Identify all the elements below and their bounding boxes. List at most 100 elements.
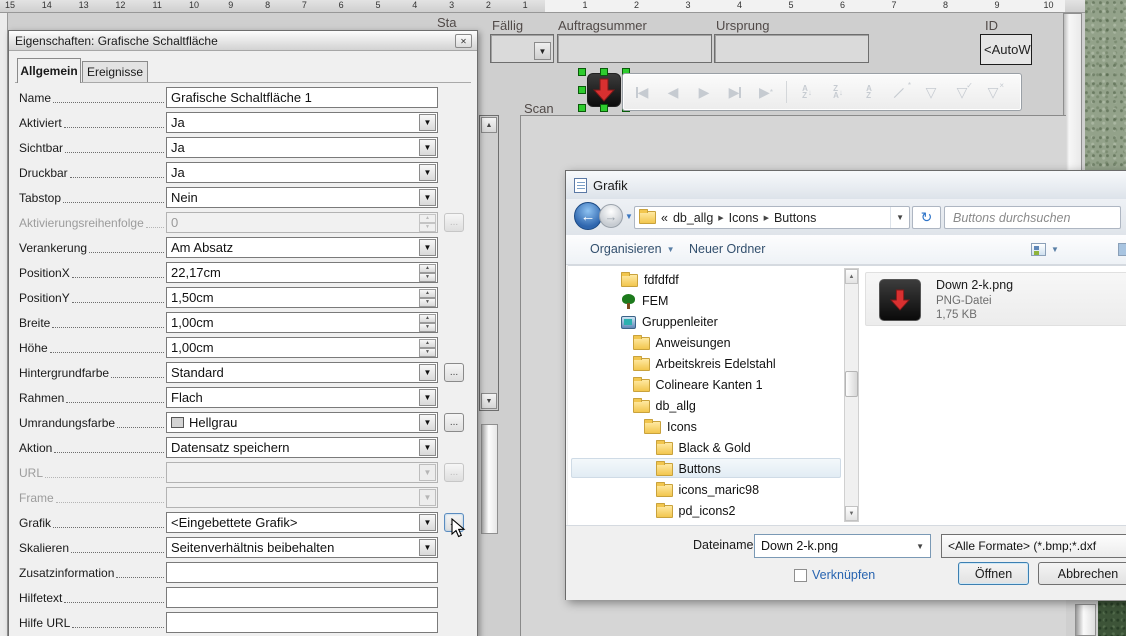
scroll-up-icon[interactable]: ▲	[481, 117, 497, 133]
last-record-icon[interactable]: ▶	[724, 79, 746, 105]
properties-dialog-titlebar[interactable]: Eigenschaften: Grafische Schaltfläche ✕	[9, 31, 477, 51]
chevron-down-icon[interactable]: ▼	[419, 514, 436, 531]
chevron-down-icon[interactable]: ▼	[419, 364, 436, 381]
prop-value-positionx[interactable]: 22,17cm▲▼	[166, 262, 438, 283]
prop-value-verankerung[interactable]: Am Absatz▼	[166, 237, 438, 258]
file-dialog-titlebar[interactable]: Grafik	[566, 171, 1126, 199]
scroll-down-icon[interactable]: ▼	[481, 393, 497, 409]
chevron-down-icon[interactable]: ▼	[910, 542, 930, 551]
next-record-icon[interactable]: ▶	[693, 79, 715, 105]
refresh-icon[interactable]: ↻	[912, 206, 941, 229]
listbox-scrollbar[interactable]: ▲ ▼	[479, 115, 499, 411]
forward-button[interactable]: →	[599, 204, 623, 228]
breadcrumb-segment[interactable]: Icons	[729, 211, 759, 225]
file-type-filter-combobox[interactable]: <Alle Formate> (*.bmp;*.dxf	[941, 534, 1126, 558]
tab-ereignisse[interactable]: Ereignisse	[82, 61, 148, 83]
prop-value-hilfe-url[interactable]	[166, 612, 438, 633]
chevron-down-icon[interactable]: ▼	[419, 389, 436, 406]
prop-value-aktiviert[interactable]: Ja▼	[166, 112, 438, 133]
organize-menu[interactable]: Organisieren▼	[590, 242, 675, 256]
file-list-item[interactable]: Down 2-k.png PNG-Datei 1,75 KB	[865, 272, 1126, 326]
prop-value-sichtbar[interactable]: Ja▼	[166, 137, 438, 158]
new-folder-button[interactable]: Neuer Ordner	[689, 242, 765, 256]
spinner-buttons[interactable]: ▲▼	[419, 339, 436, 356]
prop-value-rahmen[interactable]: Flach▼	[166, 387, 438, 408]
filename-combobox[interactable]: Down 2-k.png ▼	[754, 534, 931, 558]
prop-value-zusatzinformation[interactable]	[166, 562, 438, 583]
chevron-down-icon[interactable]: ▼	[419, 239, 436, 256]
scrollbar-thumb[interactable]	[845, 371, 858, 397]
new-record-icon[interactable]: ▶*	[755, 79, 777, 105]
prop-value-aktion[interactable]: Datensatz speichern▼	[166, 437, 438, 458]
chevron-down-icon[interactable]: ▼	[419, 439, 436, 456]
more-options-button[interactable]: ...	[444, 463, 464, 482]
link-checkbox[interactable]	[794, 569, 807, 582]
chevron-down-icon[interactable]: ▼	[890, 207, 909, 228]
views-button[interactable]: ▼	[1031, 243, 1059, 256]
apply-filter-funnel-icon[interactable]: ▽✓	[951, 79, 973, 105]
chevron-down-icon[interactable]: ▼	[419, 189, 436, 206]
selection-handle[interactable]	[600, 68, 608, 76]
prop-value-url[interactable]: ▼	[166, 462, 438, 483]
tree-item-gruppenleiter[interactable]: Gruppenleiter	[621, 312, 718, 332]
selection-handle[interactable]	[578, 104, 586, 112]
tree-item-icons[interactable]: Icons	[644, 417, 697, 437]
open-button[interactable]: Öffnen	[958, 562, 1029, 585]
prop-value-umrandungsfarbe[interactable]: Hellgrau▼	[166, 412, 438, 433]
scroll-down-icon[interactable]: ▼	[845, 506, 858, 521]
id-field[interactable]: <AutoWert>	[980, 34, 1032, 65]
ursprung-field[interactable]	[714, 34, 869, 63]
prop-value-hintergrundfarbe[interactable]: Standard▼	[166, 362, 438, 383]
faellig-combobox[interactable]: ▼	[490, 34, 554, 63]
close-icon[interactable]: ✕	[455, 34, 472, 48]
tree-item-icons-maric98[interactable]: icons_maric98	[656, 480, 760, 500]
tree-item-black-gold[interactable]: Black & Gold	[656, 438, 751, 458]
prop-value-breite[interactable]: 1,00cm▲▼	[166, 312, 438, 333]
breadcrumb-segment[interactable]: db_allg	[673, 211, 713, 225]
prop-value-hilfetext[interactable]	[166, 587, 438, 608]
tree-item-db-allg[interactable]: db_allg	[633, 396, 696, 416]
chevron-down-icon[interactable]: ▼	[419, 139, 436, 156]
prop-value-h-he[interactable]: 1,00cm▲▼	[166, 337, 438, 358]
breadcrumb-prefix[interactable]: «	[661, 211, 668, 225]
tree-item-fem[interactable]: FEM	[621, 291, 668, 311]
sort-ascending-icon[interactable]: AZ↓	[796, 79, 818, 105]
preview-pane-button[interactable]	[1118, 243, 1126, 256]
selection-handle[interactable]	[578, 86, 586, 94]
tree-item-fdfdfdf[interactable]: fdfdfdf	[621, 270, 679, 290]
scroll-up-icon[interactable]: ▲	[845, 269, 858, 284]
auftragsummer-field[interactable]	[557, 34, 712, 63]
graphic-button-control[interactable]	[587, 73, 621, 107]
more-options-button[interactable]: ...	[444, 413, 464, 432]
tree-item-pd-icons2[interactable]: pd_icons2	[656, 501, 736, 521]
history-chevron-icon[interactable]: ▼	[625, 212, 633, 221]
chevron-down-icon[interactable]: ▼	[419, 539, 436, 556]
spinner-buttons[interactable]: ▲▼	[419, 289, 436, 306]
previous-record-icon[interactable]: ◀	[662, 79, 684, 105]
prop-value-aktivierungsreihenfolge[interactable]: 0▲▼	[166, 212, 438, 233]
chevron-down-icon[interactable]: ▼	[534, 42, 551, 60]
tree-item-buttons[interactable]: Buttons	[656, 459, 721, 479]
selection-handle[interactable]	[578, 68, 586, 76]
prop-value-druckbar[interactable]: Ja▼	[166, 162, 438, 183]
tree-scrollbar[interactable]: ▲ ▼	[844, 268, 859, 522]
prop-value-name[interactable]: Grafische Schaltfläche 1	[166, 87, 438, 108]
remove-sort-icon[interactable]: AZ	[858, 79, 880, 105]
breadcrumb[interactable]: « db_allg▶ Icons▶ Buttons ▼	[634, 206, 910, 229]
prop-value-skalieren[interactable]: Seitenverhältnis beibehalten▼	[166, 537, 438, 558]
spinner-buttons[interactable]: ▲▼	[419, 314, 436, 331]
cancel-button[interactable]: Abbrechen	[1038, 562, 1126, 585]
prop-value-positiony[interactable]: 1,50cm▲▼	[166, 287, 438, 308]
chevron-down-icon[interactable]: ▼	[419, 164, 436, 181]
back-button[interactable]: ←	[574, 202, 602, 230]
chevron-down-icon[interactable]: ▼	[419, 114, 436, 131]
prop-value-frame[interactable]: ▼	[166, 487, 438, 508]
selection-handle[interactable]	[600, 104, 608, 112]
prop-value-grafik[interactable]: <Eingebettete Grafik>▼	[166, 512, 438, 533]
prop-value-tabstop[interactable]: Nein▼	[166, 187, 438, 208]
first-record-icon[interactable]: ◀	[631, 79, 653, 105]
sort-descending-icon[interactable]: ZA↓	[827, 79, 849, 105]
filter-funnel-icon[interactable]: ▽	[920, 79, 942, 105]
tree-item-anweisungen[interactable]: Anweisungen	[633, 333, 731, 353]
more-options-button[interactable]: ...	[444, 213, 464, 232]
